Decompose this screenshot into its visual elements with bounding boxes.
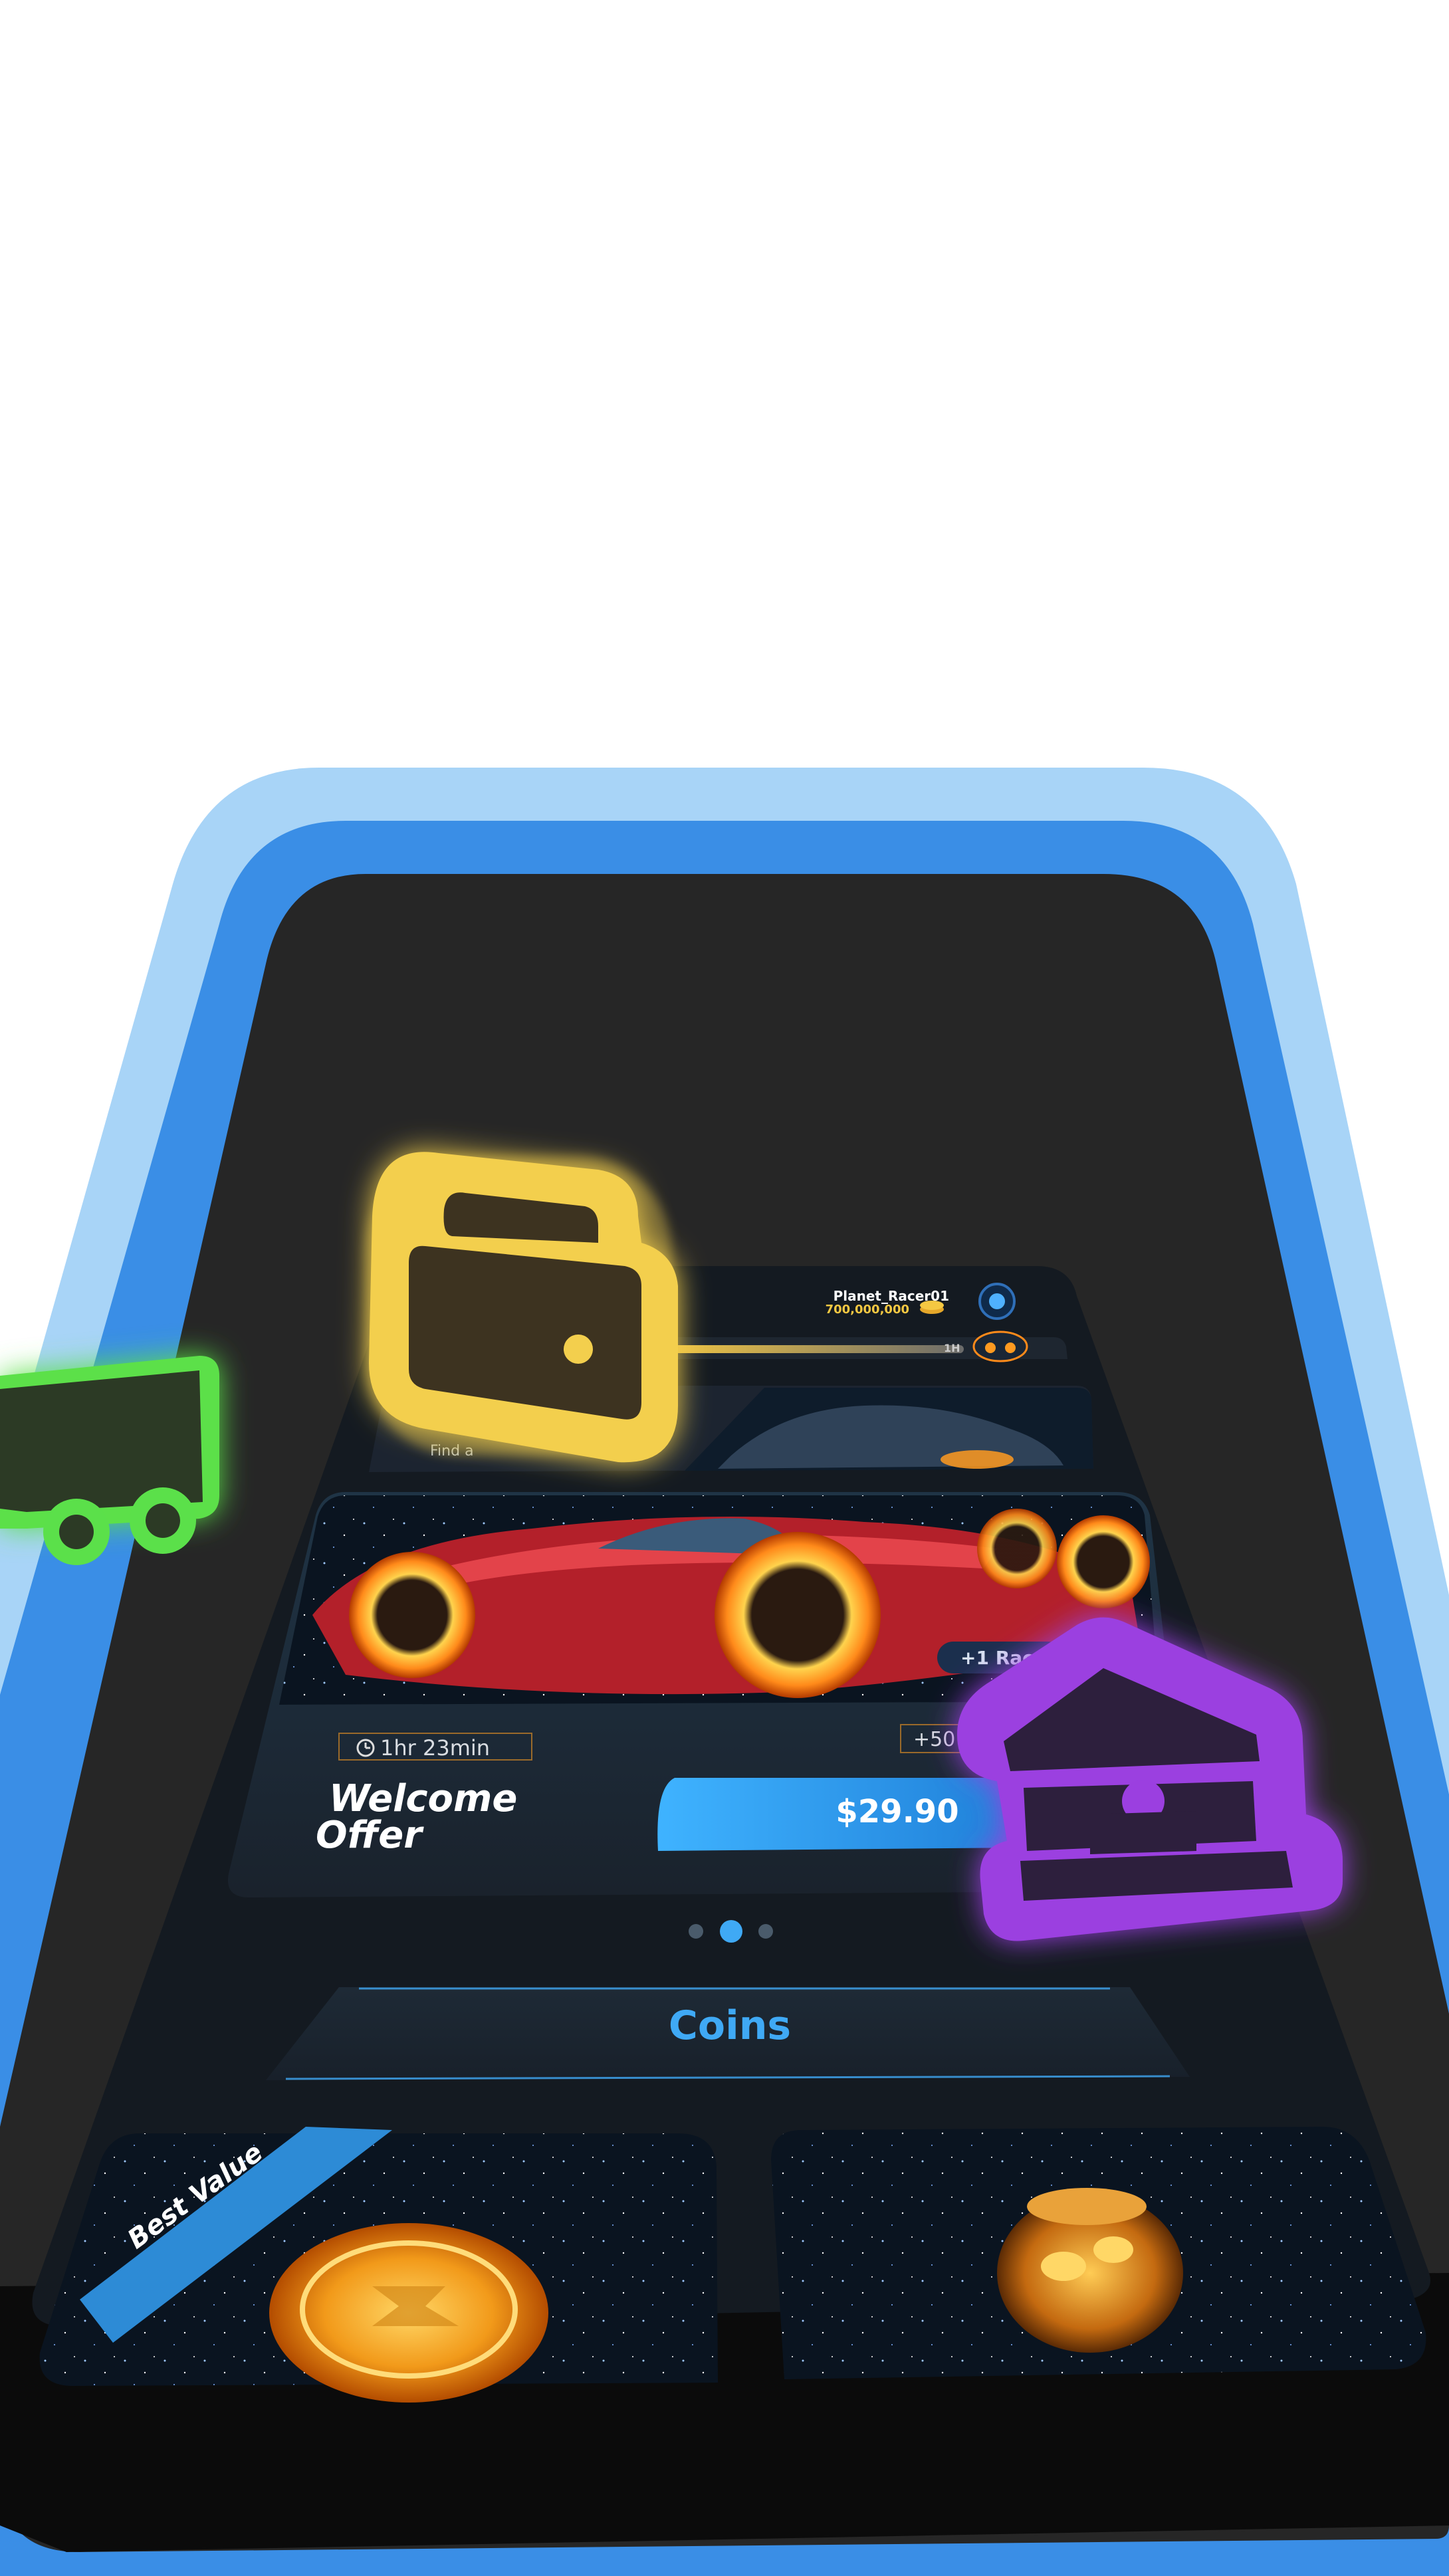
gold-coin-image xyxy=(269,2223,548,2403)
price-label: $29.90 xyxy=(836,1793,958,1830)
svg-text:1hr 23min: 1hr 23min xyxy=(380,1735,490,1761)
carousel-dot[interactable] xyxy=(758,1924,773,1939)
offer-title-line2: Offer xyxy=(316,1814,424,1857)
coins-section-title: Coins xyxy=(669,2002,791,2049)
carousel-dot-active[interactable] xyxy=(720,1920,742,1943)
planet-avatar-icon[interactable] xyxy=(978,1283,1016,1320)
carousel-dot[interactable] xyxy=(689,1924,703,1939)
wallet-icon xyxy=(366,1152,678,1463)
coin-balance: 700,000,000 xyxy=(826,1303,909,1317)
price-button[interactable]: $29.90 xyxy=(657,1778,1024,1851)
svg-text:+50: +50 xyxy=(913,1728,955,1751)
progress-bar xyxy=(658,1345,964,1353)
coin-card-jar[interactable] xyxy=(771,2127,1426,2379)
phone-scene: Planet_Racer01 700,000,000 1H Find a +1 … xyxy=(0,768,1449,2576)
progress-label: 1H xyxy=(944,1342,960,1354)
coin-card-best-value[interactable]: Best Value xyxy=(39,2127,719,2403)
coins-section-header: Coins xyxy=(266,1987,1190,2080)
coin-stack-icon xyxy=(920,1301,944,1314)
app-showcase: Planet_Racer01 700,000,000 1H Find a +1 … xyxy=(0,0,1449,2576)
car-thumbnail[interactable] xyxy=(972,1331,1028,1362)
